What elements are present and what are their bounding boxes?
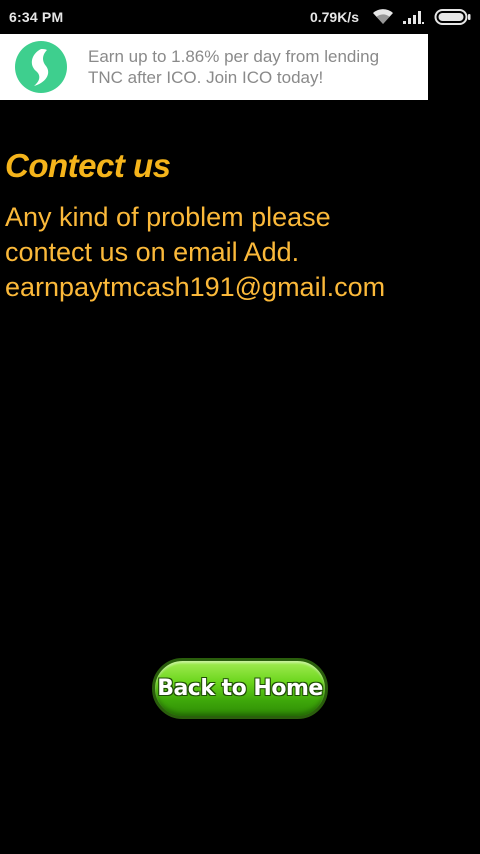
ad-text: Earn up to 1.86% per day from lending TN… <box>88 46 379 88</box>
ad-text-line: Earn up to 1.86% per day from lending <box>88 47 380 66</box>
back-to-home-label: Back to Home <box>157 676 323 701</box>
message-line: Any kind of problem please <box>5 202 331 232</box>
message-line: contect us on email Add. <box>5 237 300 267</box>
contact-message: Any kind of problem please contect us on… <box>5 200 475 305</box>
contact-email: earnpaytmcash191@gmail.com <box>5 272 386 302</box>
signal-icon <box>403 9 425 25</box>
status-time: 6:34 PM <box>9 9 64 25</box>
network-speed: 0.79K/s <box>309 9 359 25</box>
status-bar: 6:34 PM 0.79K/s <box>0 0 480 34</box>
leaf-logo-icon <box>14 40 68 94</box>
page-title: Contect us <box>5 147 171 184</box>
status-indicators: 0.79K/s <box>310 8 472 26</box>
back-to-home-button[interactable]: Back to Home <box>152 658 328 719</box>
ad-banner[interactable]: Earn up to 1.86% per day from lending TN… <box>0 34 428 100</box>
ad-text-line: TNC after ICO. Join ICO today! <box>88 68 324 87</box>
battery-icon <box>434 8 472 26</box>
wifi-icon <box>372 9 394 25</box>
contact-content: Contect us Any kind of problem please co… <box>5 146 475 305</box>
